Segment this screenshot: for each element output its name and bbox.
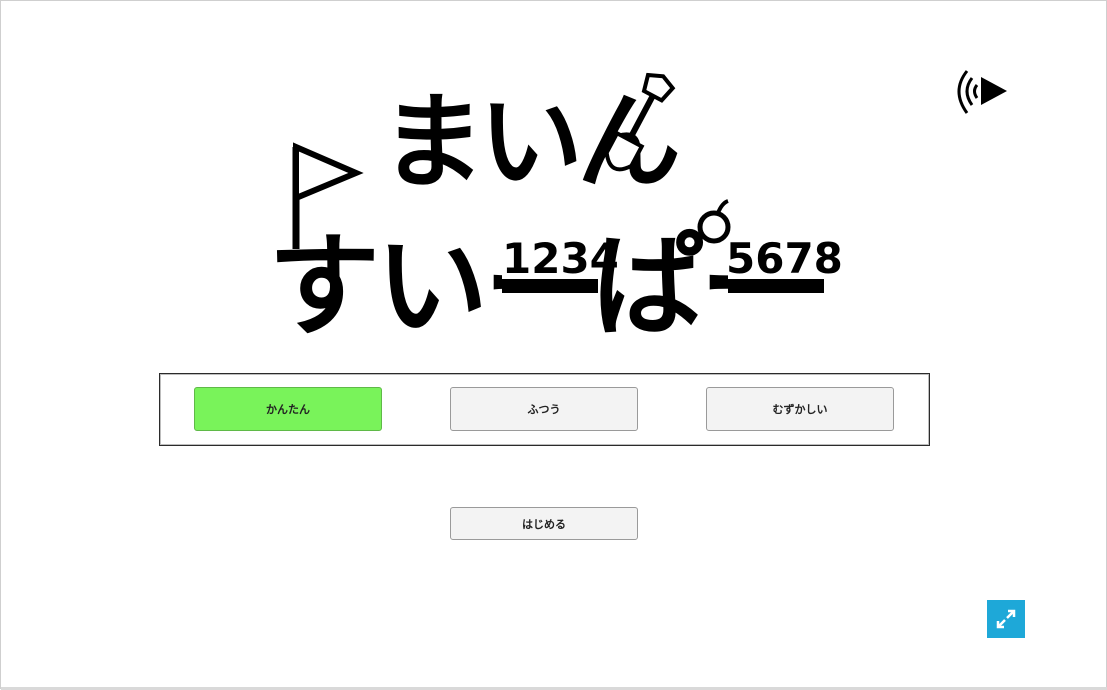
bomb-icon: [697, 199, 731, 244]
sound-toggle-button[interactable]: [953, 67, 1011, 117]
title-number-right: 5678: [726, 234, 843, 283]
difficulty-normal-button[interactable]: ふつう: [450, 387, 638, 431]
fullscreen-button[interactable]: [987, 600, 1025, 638]
difficulty-selector: かんたん ふつう むずかしい: [159, 373, 930, 446]
difficulty-hard-button[interactable]: むずかしい: [706, 387, 894, 431]
start-button[interactable]: はじめる: [450, 507, 638, 540]
difficulty-easy-button[interactable]: かんたん: [194, 387, 382, 431]
fullscreen-icon: [996, 609, 1016, 629]
game-title-logo: まいん すいーぱー 1234 5678: [268, 72, 843, 352]
title-number-left: 1234: [502, 234, 619, 283]
game-frame: まいん すいーぱー 1234 5678 かん: [0, 0, 1107, 690]
sound-on-play-icon: [957, 70, 1007, 114]
